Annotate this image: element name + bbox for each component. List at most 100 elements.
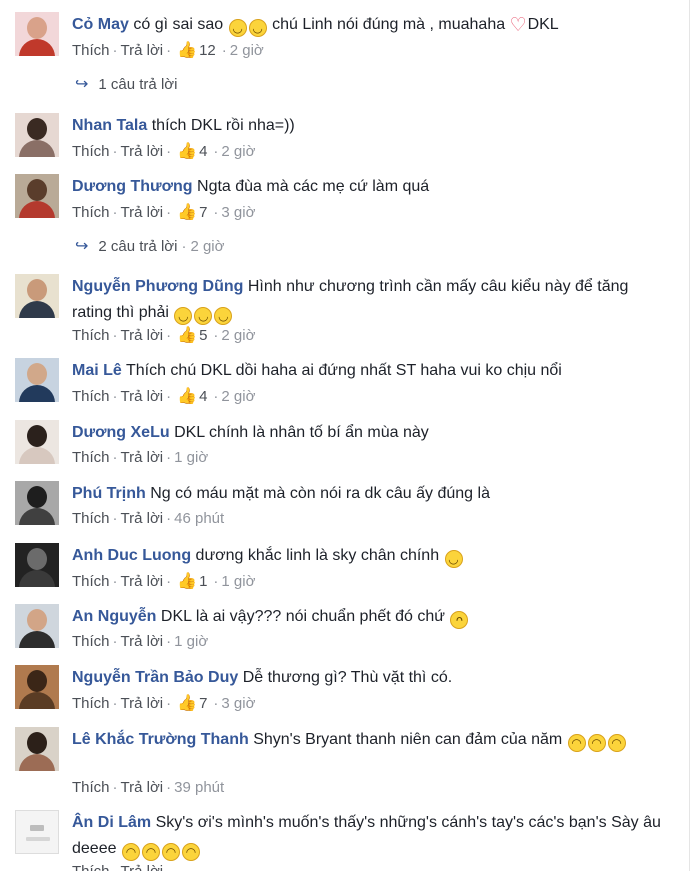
comment-text-segment: DKL chính là nhân tố bí ẩn mùa này <box>169 424 429 441</box>
like-button[interactable]: Thích <box>72 510 110 527</box>
separator: · <box>213 143 219 160</box>
reply-arrow-icon: ↪ <box>75 236 89 255</box>
avatar[interactable] <box>15 174 59 218</box>
reply-button[interactable]: Trả lời <box>121 863 164 871</box>
like-count[interactable]: 5 <box>199 327 207 344</box>
comment-text-segment: thích DKL rồi nha=)) <box>147 117 295 134</box>
like-button[interactable]: Thích <box>72 863 110 871</box>
comment-time[interactable]: 2 giờ <box>221 327 255 344</box>
comment-time[interactable]: 1 giờ <box>221 573 255 590</box>
separator: · <box>112 204 118 221</box>
comment-time[interactable]: 2 giờ <box>221 143 255 160</box>
avatar[interactable] <box>15 420 59 464</box>
view-replies-link[interactable]: ↪ 2 câu trả lời · 2 giờ <box>75 235 224 258</box>
like-count[interactable]: 7 <box>199 204 207 221</box>
replies-time[interactable]: 2 giờ <box>190 238 224 255</box>
comment-time[interactable]: 3 giờ <box>221 695 255 712</box>
replies-count[interactable]: 2 câu trả lời <box>98 238 177 255</box>
reply-button[interactable]: Trả lời <box>121 388 164 405</box>
comment-body: Ngta đùa mà các mẹ cứ làm quá <box>193 178 429 195</box>
view-replies-link[interactable]: ↪ 1 câu trả lời <box>75 73 177 96</box>
avatar[interactable] <box>15 12 59 56</box>
reply-arrow-icon: ↪ <box>75 74 89 93</box>
comment-time[interactable]: 39 phút <box>174 779 224 796</box>
like-button[interactable]: Thích <box>72 449 110 466</box>
comment-text: Nhan Tala thích DKL rồi nha=)) <box>72 113 672 139</box>
separator: · <box>112 510 118 527</box>
comment-text: Ân Di Lâm Sky's ơi's mình's muốn's thấy'… <box>72 810 672 862</box>
avatar[interactable] <box>15 113 59 157</box>
commenter-name[interactable]: An Nguyễn <box>72 608 156 625</box>
like-button[interactable]: Thích <box>72 388 110 405</box>
commenter-name[interactable]: Dương XeLu <box>72 424 170 441</box>
like-button[interactable]: Thích <box>72 42 110 59</box>
comment-time[interactable]: 2 giờ <box>230 42 264 59</box>
like-button[interactable]: Thích <box>72 327 110 344</box>
reply-button[interactable]: Trả lời <box>121 42 164 59</box>
like-button[interactable]: Thích <box>72 633 110 650</box>
avatar[interactable] <box>15 727 59 771</box>
heart-icon: ♡ <box>509 14 527 36</box>
like-count[interactable]: 12 <box>199 42 216 59</box>
comment-time[interactable]: 46 phút <box>174 510 224 527</box>
commenter-name[interactable]: Dương Thương <box>72 178 193 195</box>
commenter-name[interactable]: Anh Duc Luong <box>72 547 191 564</box>
comment-time[interactable]: 2 giờ <box>221 388 255 405</box>
like-count[interactable]: 4 <box>199 143 207 160</box>
like-button[interactable]: Thích <box>72 695 110 712</box>
avatar[interactable] <box>15 274 59 318</box>
like-button[interactable]: Thích <box>72 573 110 590</box>
comment-body: Thích chú DKL dồi haha ai đứng nhất ST h… <box>122 362 562 379</box>
like-count[interactable]: 1 <box>199 573 207 590</box>
relieved-face-icon: ◡ <box>174 307 193 325</box>
replies-count[interactable]: 1 câu trả lời <box>98 76 177 93</box>
tongue-face-icon: ᴖ <box>450 611 469 629</box>
reply-button[interactable]: Trả lời <box>121 573 164 590</box>
reply-button[interactable]: Trả lời <box>121 327 164 344</box>
avatar[interactable] <box>15 481 59 525</box>
separator: · <box>112 143 118 160</box>
reply-button[interactable]: Trả lời <box>121 633 164 650</box>
avatar[interactable] <box>15 604 59 648</box>
comment-body: Sky's ơi's mình's muốn's thấy's những's … <box>72 814 661 861</box>
comment-actions: Thích · Trả lời · 46 phút <box>72 508 224 530</box>
like-count[interactable]: 4 <box>199 388 207 405</box>
comment-text-segment: có gì sai sao <box>128 16 228 33</box>
reply-button[interactable]: Trả lời <box>121 510 164 527</box>
reply-button[interactable]: Trả lời <box>121 779 164 796</box>
comment-text-segment: dương khắc linh là sky chân chính <box>191 547 444 564</box>
comment-time[interactable]: 1 giờ <box>174 633 208 650</box>
comment-time[interactable]: 1 giờ <box>174 449 208 466</box>
commenter-name[interactable]: Phú Trịnh <box>72 485 146 502</box>
comment-body: DKL chính là nhân tố bí ẩn mùa này <box>170 424 429 441</box>
reply-button[interactable]: Trả lời <box>121 449 164 466</box>
like-button[interactable]: Thích <box>72 204 110 221</box>
avatar[interactable] <box>15 358 59 402</box>
comment-actions: Thích · Trả lời · 👍 4 · 2 giờ <box>72 385 255 408</box>
laughing-face-icon: ◠ <box>567 734 586 752</box>
commenter-name[interactable]: Nguyễn Trần Bảo Duy <box>72 669 238 686</box>
commenter-name[interactable]: Mai Lê <box>72 362 122 379</box>
separator: · <box>166 42 172 59</box>
like-count-icon: 👍 <box>177 571 198 590</box>
avatar[interactable] <box>15 665 59 709</box>
reply-button[interactable]: Trả lời <box>121 204 164 221</box>
commenter-name[interactable]: Cỏ May <box>72 16 129 33</box>
avatar[interactable] <box>15 810 59 854</box>
like-count[interactable]: 7 <box>199 695 207 712</box>
comment-text: Dương XeLu DKL chính là nhân tố bí ẩn mù… <box>72 420 672 446</box>
comment-actions: Thích · Trả lời · 👍 7 · 3 giờ <box>72 692 255 715</box>
commenter-name[interactable]: Nguyễn Phương Dũng <box>72 278 243 295</box>
reply-button[interactable]: Trả lời <box>121 143 164 160</box>
like-button[interactable]: Thích <box>72 143 110 160</box>
like-button[interactable]: Thích <box>72 779 110 796</box>
commenter-name[interactable]: Lê Khắc Trường Thanh <box>72 731 249 748</box>
comment-time[interactable]: 3 giờ <box>221 204 255 221</box>
comment-text: Phú Trịnh Ng có máu mặt mà còn nói ra dk… <box>72 481 672 507</box>
commenter-name[interactable]: Nhan Tala <box>72 117 147 134</box>
separator: · <box>112 42 118 59</box>
separator: · <box>166 449 172 466</box>
reply-button[interactable]: Trả lời <box>121 695 164 712</box>
avatar[interactable] <box>15 543 59 587</box>
commenter-name[interactable]: Ân Di Lâm <box>72 814 151 831</box>
